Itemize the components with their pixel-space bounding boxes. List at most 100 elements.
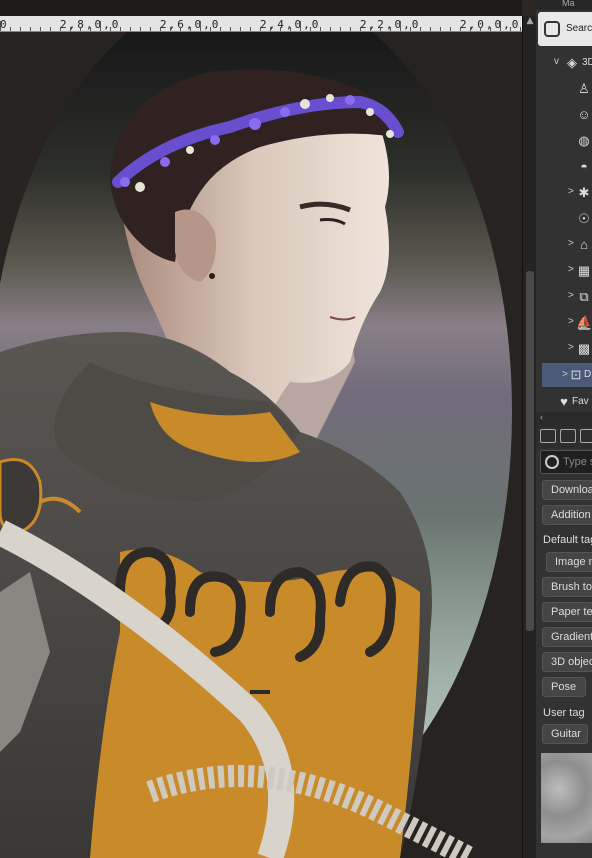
- ruler-tick: [230, 27, 231, 31]
- ruler-label: 0: [0, 18, 9, 31]
- tree-item[interactable]: ◓: [536, 154, 592, 180]
- tree-item[interactable]: ☉: [536, 206, 592, 232]
- ruler-tick: [520, 27, 521, 31]
- ruler-tick: [60, 27, 61, 31]
- tag-pose[interactable]: Pose: [542, 677, 586, 697]
- chevron-right-icon[interactable]: >: [568, 316, 574, 327]
- search-tab[interactable]: Search: [538, 12, 592, 46]
- ruler-tick: [510, 27, 511, 31]
- tree-item[interactable]: ☺: [536, 102, 592, 128]
- ruler-tick: [320, 27, 321, 31]
- tree-item-label: 3D: [582, 57, 592, 68]
- ruler-tick: [260, 27, 261, 31]
- ruler-tick: [410, 27, 411, 31]
- ruler-tick: [360, 27, 361, 31]
- material-thumbnail[interactable]: [541, 753, 592, 843]
- ruler-tick: [160, 27, 161, 31]
- ruler-tick: [90, 27, 91, 31]
- user-tag-label: User tag: [543, 707, 585, 719]
- tree-item[interactable]: > ▦: [536, 258, 592, 284]
- tree-item-label: D: [584, 369, 592, 380]
- canvas-vertical-scrollbar[interactable]: ▲: [522, 16, 536, 858]
- scroll-up-arrow-icon[interactable]: ▲: [525, 16, 535, 26]
- figure-pair-icon: ♙: [578, 81, 590, 96]
- tag-brush-tool[interactable]: Brush too: [542, 577, 592, 597]
- ruler-tick: [300, 21, 301, 31]
- box-list-icon: ⧉: [579, 289, 589, 304]
- tag-label: Addition: [551, 509, 591, 521]
- ruler-tick: [490, 27, 491, 31]
- chevron-down-icon[interactable]: v: [554, 56, 559, 67]
- globe-icon: ◍: [578, 133, 590, 148]
- chevron-right-icon[interactable]: >: [568, 186, 574, 197]
- tree-item-3d[interactable]: v ◈ 3D: [536, 50, 592, 76]
- tree-item[interactable]: > ⛵: [536, 310, 592, 336]
- tag-label: 3D objec: [551, 656, 592, 668]
- scroll-left-arrow-icon[interactable]: ‹: [540, 412, 543, 422]
- cube-icon: ◈: [567, 55, 577, 70]
- ruler-tick: [420, 27, 421, 31]
- ruler-tick: [250, 27, 251, 31]
- ruler-tick: [10, 27, 11, 31]
- ruler-tick: [120, 27, 121, 31]
- ruler-tick: [400, 21, 401, 31]
- horizontal-ruler[interactable]: 0 2,8,0,0 2,6,0,0 2,4,0,0 2,2,0,0 2,0,0,…: [0, 16, 522, 32]
- tree-item[interactable]: ◍: [536, 128, 592, 154]
- tag-downloads[interactable]: Downloa: [542, 480, 592, 500]
- tree-item[interactable]: > ✱: [536, 180, 592, 206]
- search-tab-icon: [544, 21, 560, 37]
- delete-folder-icon[interactable]: [560, 429, 576, 443]
- ruler-tick: [80, 27, 81, 31]
- search-input[interactable]: Type s: [540, 450, 592, 474]
- tree-item[interactable]: > ⧉: [536, 284, 592, 310]
- tag-image-material[interactable]: Image m: [546, 552, 592, 572]
- people-icon: ☉: [578, 211, 590, 226]
- ruler-tick: [450, 27, 451, 31]
- chevron-right-icon[interactable]: >: [568, 238, 574, 249]
- chevron-right-icon[interactable]: >: [562, 369, 568, 380]
- scrollbar-thumb[interactable]: [526, 271, 534, 631]
- ruler-tick: [30, 27, 31, 31]
- tree-item[interactable]: > ▩: [536, 336, 592, 362]
- tree-item[interactable]: > ⌂: [536, 232, 592, 258]
- ruler-tick: [280, 27, 281, 31]
- ruler-tick: [100, 21, 101, 31]
- tree-item-downloads[interactable]: > ⊡ D: [542, 363, 592, 387]
- tag-label: Image m: [555, 556, 592, 568]
- ruler-tick: [140, 27, 141, 31]
- ruler-tick: [40, 27, 41, 31]
- ruler-tick: [470, 27, 471, 31]
- ship-icon: ⛵: [576, 315, 592, 330]
- ruler-tick: [220, 27, 221, 31]
- canvas-artwork[interactable]: [0, 32, 522, 858]
- new-folder-icon[interactable]: [540, 429, 556, 443]
- ruler-tick: [180, 27, 181, 31]
- search-placeholder: Type s: [563, 456, 592, 468]
- ruler-tick: [50, 27, 51, 31]
- folder-options-icon[interactable]: [580, 429, 592, 443]
- tag-label: Downloa: [551, 484, 592, 496]
- panel-horizontal-scrollbar[interactable]: ‹: [536, 412, 592, 426]
- panel-toolbar: [536, 426, 592, 448]
- ruler-tick: [190, 27, 191, 31]
- building-icon: ▦: [577, 263, 591, 278]
- tree-item-label: Fav: [572, 396, 589, 407]
- ruler-tick: [500, 21, 501, 31]
- canvas-area[interactable]: 0 2,8,0,0 2,6,0,0 2,4,0,0 2,2,0,0 2,0,0,…: [0, 0, 522, 858]
- ruler-tick: [130, 27, 131, 31]
- ruler-tick: [20, 27, 21, 31]
- tree-item[interactable]: ♙: [536, 76, 592, 102]
- tag-3d-object[interactable]: 3D objec: [542, 652, 592, 672]
- panel-title: Ma: [562, 0, 575, 8]
- tag-guitar[interactable]: Guitar: [542, 724, 588, 744]
- chevron-right-icon[interactable]: >: [568, 264, 574, 275]
- tag-paper-texture[interactable]: Paper tex: [542, 602, 592, 622]
- chevron-right-icon[interactable]: >: [568, 290, 574, 301]
- ruler-tick: [330, 27, 331, 31]
- tag-additional[interactable]: Addition: [542, 505, 592, 525]
- app-window: 0 2,8,0,0 2,6,0,0 2,4,0,0 2,2,0,0 2,0,0,…: [0, 0, 592, 858]
- panel-title-bar: Ma: [536, 0, 592, 10]
- tag-label: Brush too: [551, 581, 592, 593]
- tag-gradient[interactable]: Gradient: [542, 627, 592, 647]
- chevron-right-icon[interactable]: >: [568, 342, 574, 353]
